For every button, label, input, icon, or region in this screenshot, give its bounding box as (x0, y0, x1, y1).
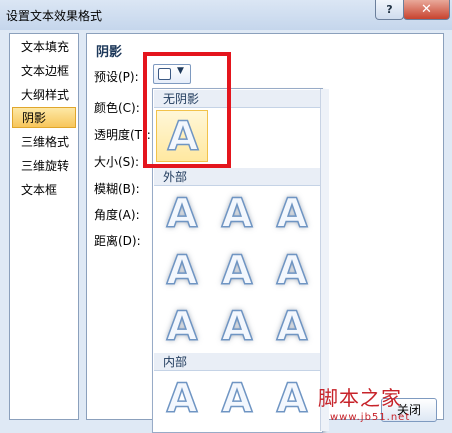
nav-item-3d-rotation[interactable]: 三维旋转 (12, 156, 76, 177)
size-label: 大小(S): (94, 155, 140, 169)
preset-outer-6[interactable]: A (266, 245, 318, 297)
gallery-scrollbar[interactable] (320, 89, 329, 431)
preset-outer-3[interactable]: A (266, 188, 318, 240)
preset-outer-9[interactable]: A (266, 301, 318, 353)
color-label: 颜色(C): (94, 101, 140, 115)
category-list: 文本填充 文本边框 大纲样式 阴影 三维格式 三维旋转 文本框 (9, 33, 79, 420)
nav-item-text-box[interactable]: 文本框 (12, 180, 76, 201)
preset-outer-7[interactable]: A (156, 301, 208, 353)
text-preview-icon: A (166, 303, 198, 351)
text-preview-icon: A (166, 247, 198, 295)
close-window-button[interactable]: ✕ (403, 0, 450, 20)
preset-outer-1[interactable]: A (156, 188, 208, 240)
preset-outer-4[interactable]: A (156, 245, 208, 297)
text-preview-icon: A (276, 375, 308, 423)
angle-label: 角度(A): (94, 208, 140, 222)
text-preview-icon: A (221, 303, 253, 351)
preset-outer-8[interactable]: A (211, 301, 263, 353)
text-preview-icon: A (276, 247, 308, 295)
text-preview-icon: A (276, 190, 308, 238)
text-preview-icon: A (221, 375, 253, 423)
preset-inner-2[interactable]: A (211, 373, 263, 425)
group-header-outer: 外部 (154, 168, 321, 186)
help-button[interactable]: ? (375, 0, 404, 20)
text-preview-icon: A (166, 190, 198, 238)
preset-outer-5[interactable]: A (211, 245, 263, 297)
distance-label: 距离(D): (94, 234, 141, 248)
preset-inner-1[interactable]: A (156, 373, 208, 425)
nav-item-outline-style[interactable]: 大纲样式 (12, 85, 76, 106)
watermark-brand: 脚本之家 (318, 386, 402, 410)
text-preview-icon: A (166, 375, 198, 423)
window-title: 设置文本效果格式 (6, 9, 103, 23)
text-preview-icon: A (276, 303, 308, 351)
highlight-annotation (143, 52, 231, 168)
nav-item-text-fill[interactable]: 文本填充 (12, 37, 76, 58)
text-preview-icon: A (221, 190, 253, 238)
nav-item-3d-format[interactable]: 三维格式 (12, 132, 76, 153)
preset-outer-2[interactable]: A (211, 188, 263, 240)
preset-label: 预设(P): (94, 70, 139, 84)
text-preview-icon: A (221, 247, 253, 295)
blur-label: 模糊(B): (94, 182, 140, 196)
section-title: 阴影 (96, 45, 123, 60)
title-bar: 设置文本效果格式 ? ✕ (0, 0, 452, 30)
nav-item-text-border[interactable]: 文本边框 (12, 61, 76, 82)
nav-item-shadow[interactable]: 阴影 (12, 107, 76, 128)
group-header-inner: 内部 (154, 353, 321, 371)
preset-inner-3[interactable]: A (266, 373, 318, 425)
watermark-url: www.jb51.net (330, 412, 411, 423)
